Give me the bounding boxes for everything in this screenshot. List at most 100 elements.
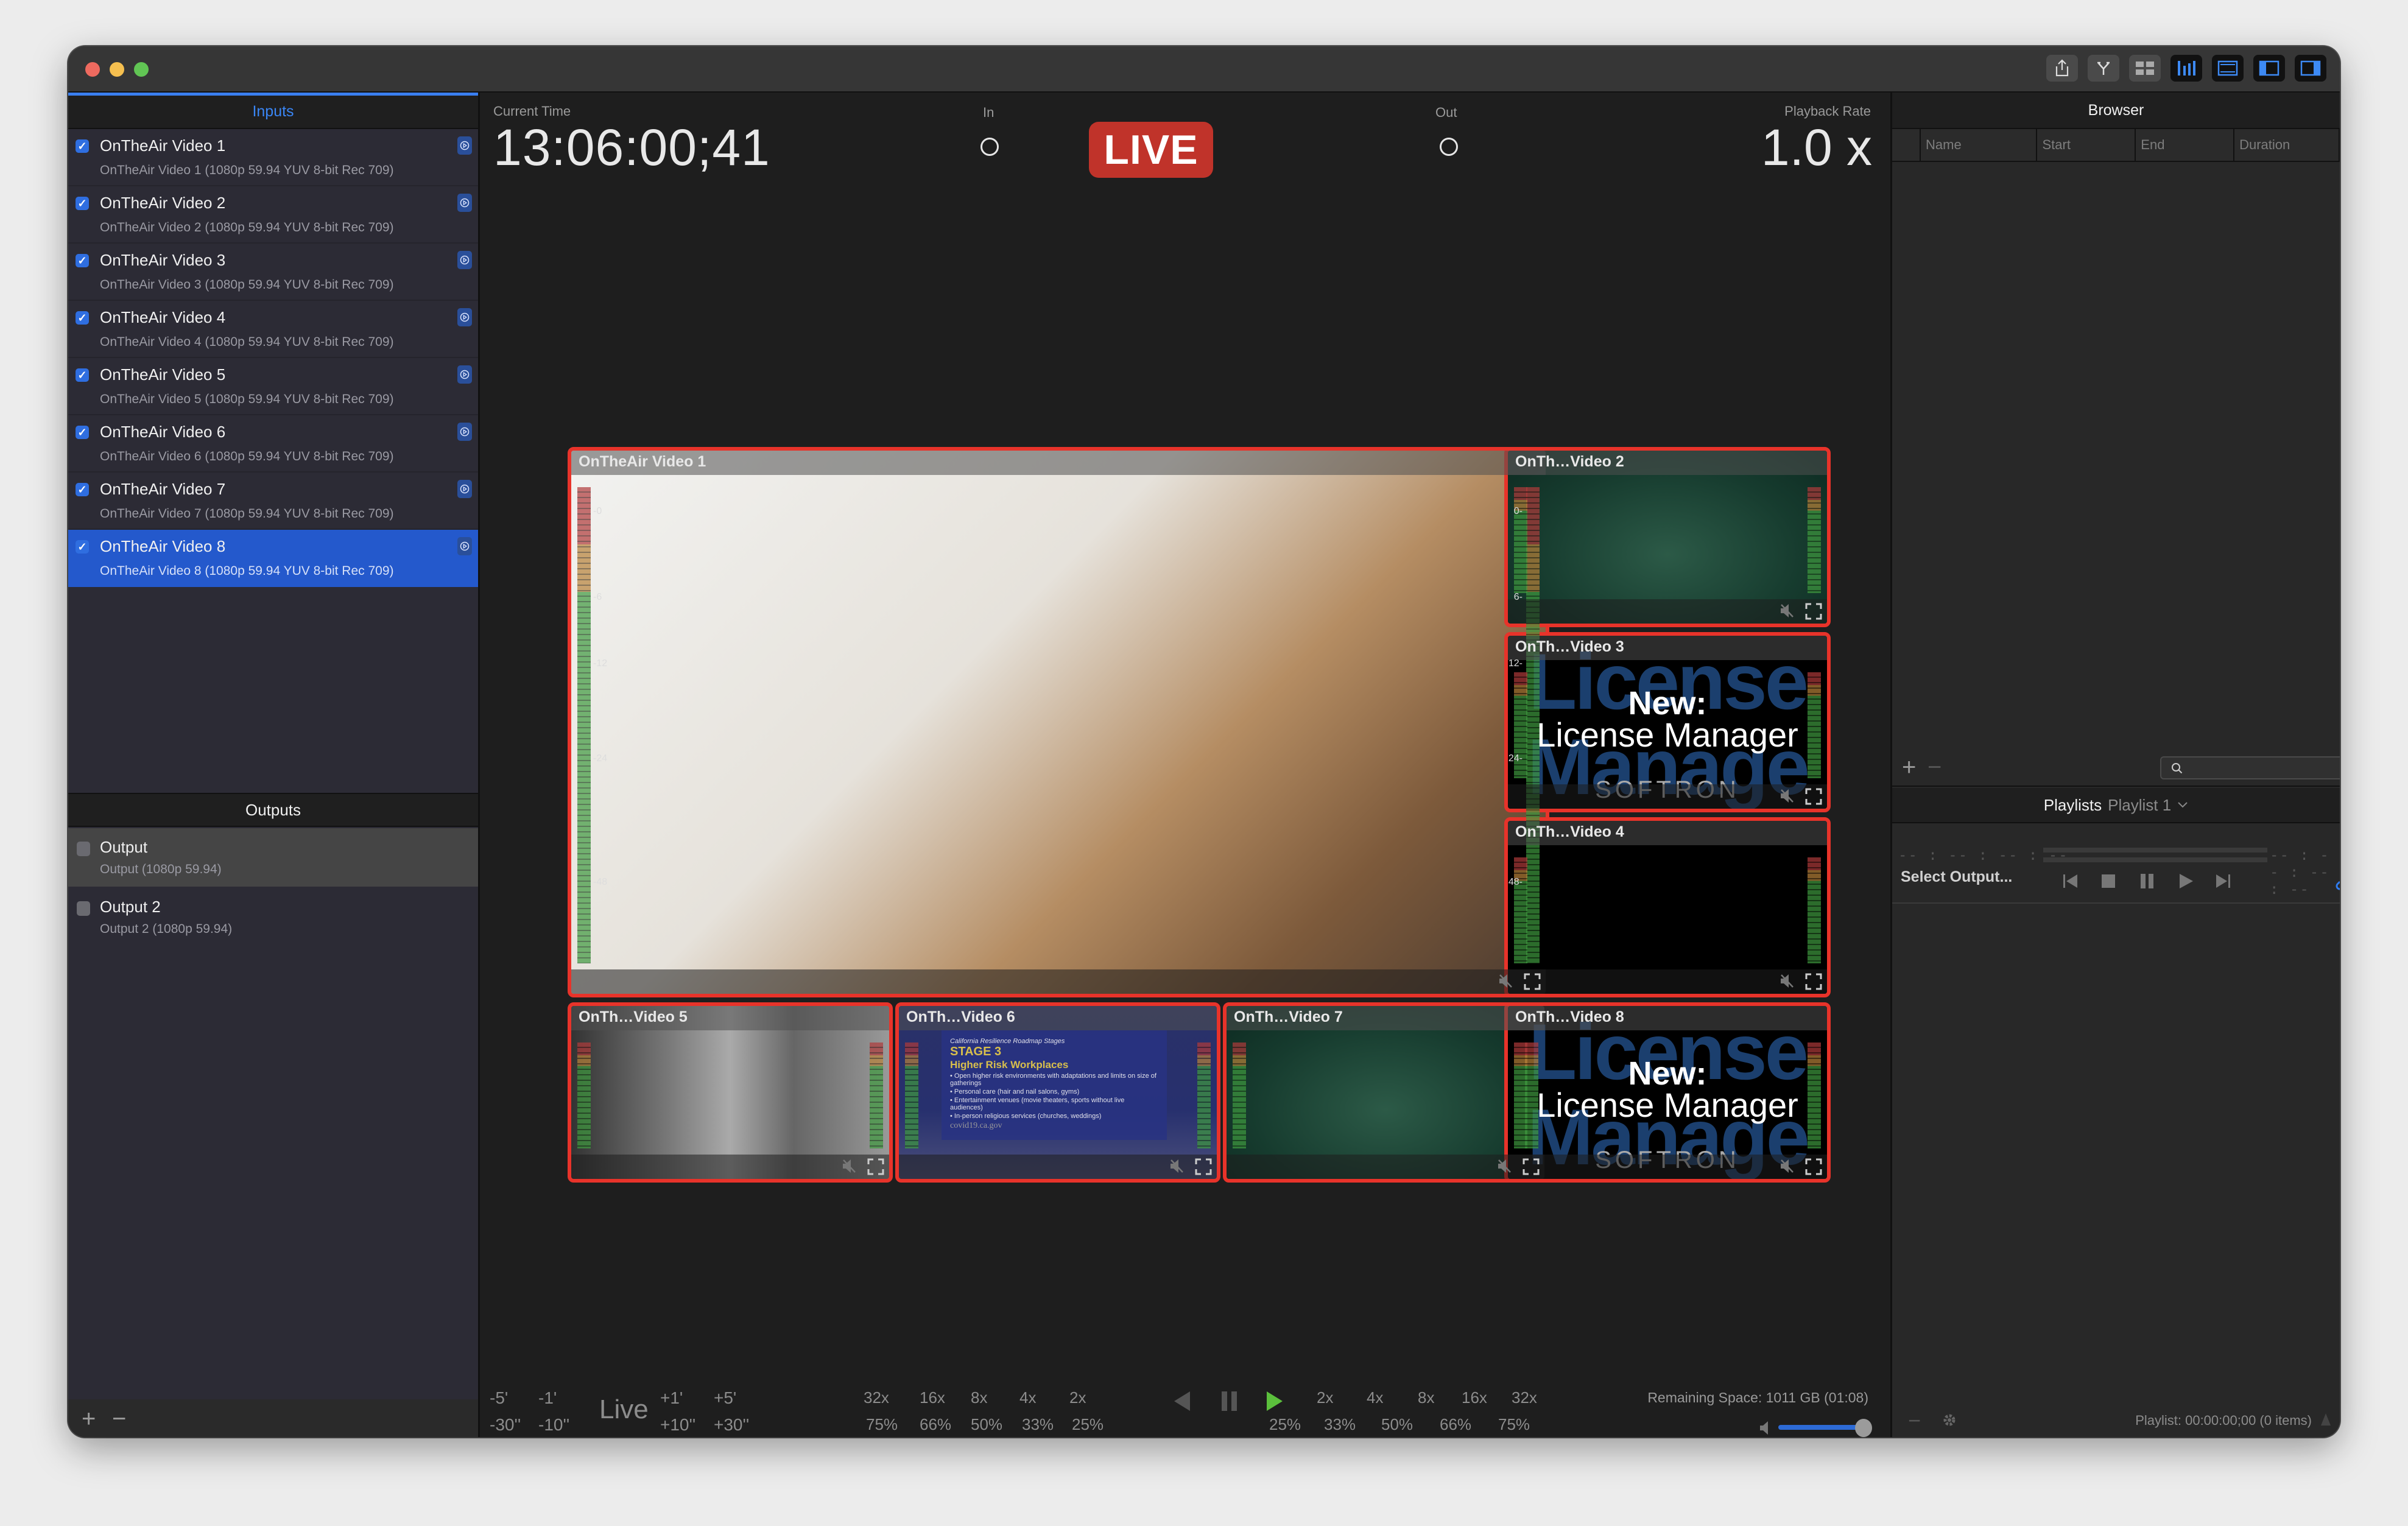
- play-icon[interactable]: [1266, 1391, 1284, 1412]
- preview-button[interactable]: [457, 537, 472, 555]
- input-checkbox[interactable]: ✓: [76, 426, 89, 439]
- add-source-button[interactable]: +: [82, 1407, 96, 1431]
- jump-fwd-5min[interactable]: +5': [714, 1388, 736, 1408]
- slow-reverse-option[interactable]: 25%: [1072, 1415, 1104, 1434]
- forward-speed-option[interactable]: 4x: [1367, 1388, 1383, 1407]
- video-tile[interactable]: OnTh…Video 8 License Manage New: License Man…: [1504, 1002, 1831, 1183]
- column-duration[interactable]: Duration: [2234, 129, 2340, 161]
- browser-search-field[interactable]: [2160, 756, 2340, 779]
- volume-slider-knob[interactable]: [1855, 1419, 1872, 1437]
- column-end[interactable]: End: [2136, 129, 2235, 161]
- slow-forward-option[interactable]: 66%: [1440, 1415, 1471, 1434]
- rewind-speed-option[interactable]: 16x: [920, 1388, 945, 1407]
- slow-forward-option[interactable]: 75%: [1498, 1415, 1530, 1434]
- fullscreen-icon[interactable]: [1805, 973, 1822, 990]
- rewind-speed-option[interactable]: 4x: [1019, 1388, 1036, 1407]
- share-button[interactable]: [2046, 55, 2078, 82]
- preview-button[interactable]: [457, 251, 472, 269]
- column-name[interactable]: Name: [1921, 129, 2038, 161]
- video-tile[interactable]: OnTheAir Video 1 -0 -6 -12 -24 -48 0- 6- 12- 24- 4…: [568, 447, 1549, 997]
- preview-button[interactable]: [457, 365, 472, 384]
- input-checkbox[interactable]: ✓: [76, 254, 89, 267]
- volume-slider[interactable]: [1778, 1425, 1864, 1430]
- slow-forward-option[interactable]: 25%: [1269, 1415, 1301, 1434]
- input-row[interactable]: ✓ OnTheAir Video 3 OnTheAir Video 3 (1080p…: [68, 244, 478, 301]
- input-checkbox[interactable]: ✓: [76, 368, 89, 382]
- mute-icon[interactable]: [1780, 603, 1794, 619]
- minimize-window-button[interactable]: [110, 62, 124, 77]
- remove-clip-button[interactable]: −: [1927, 754, 1942, 781]
- stop-icon[interactable]: [2102, 874, 2115, 888]
- preview-button[interactable]: [457, 423, 472, 441]
- grid-view-button[interactable]: [2129, 55, 2161, 82]
- input-row[interactable]: ✓ OnTheAir Video 7 OnTheAir Video 7 (1080p…: [68, 473, 478, 530]
- fork-button[interactable]: [2088, 55, 2119, 82]
- slow-reverse-option[interactable]: 33%: [1022, 1415, 1054, 1434]
- jump-back-10s[interactable]: -10'': [538, 1415, 569, 1435]
- fullscreen-icon[interactable]: [1805, 788, 1822, 805]
- input-checkbox[interactable]: ✓: [76, 197, 89, 210]
- skip-back-icon[interactable]: [2063, 873, 2079, 889]
- input-checkbox[interactable]: ✓: [76, 139, 89, 153]
- input-row[interactable]: ✓ OnTheAir Video 5 OnTheAir Video 5 (1080p…: [68, 358, 478, 415]
- mute-icon[interactable]: [1497, 1158, 1512, 1174]
- input-checkbox[interactable]: ✓: [76, 483, 89, 496]
- in-point-button[interactable]: [980, 138, 999, 156]
- play-icon[interactable]: [2178, 873, 2194, 889]
- forward-speed-option[interactable]: 2x: [1317, 1388, 1333, 1407]
- jump-back-5min[interactable]: -5': [490, 1388, 508, 1408]
- input-row[interactable]: ✓ OnTheAir Video 4 OnTheAir Video 4 (1080p…: [68, 301, 478, 358]
- output-row[interactable]: Output Output (1080p 59.94): [68, 828, 478, 887]
- left-sidebar-button[interactable]: [2253, 55, 2285, 82]
- right-sidebar-button[interactable]: [2295, 55, 2326, 82]
- rewind-speed-option[interactable]: 2x: [1069, 1388, 1086, 1407]
- zoom-window-button[interactable]: [134, 62, 149, 77]
- skip-forward-icon[interactable]: [2215, 873, 2231, 889]
- chevron-down-icon[interactable]: [2177, 801, 2188, 809]
- remove-playlist-item-button[interactable]: −: [1908, 1408, 1921, 1433]
- select-output-button[interactable]: Select Output...: [1901, 868, 2012, 886]
- input-row[interactable]: ✓ OnTheAir Video 2 OnTheAir Video 2 (1080p…: [68, 186, 478, 244]
- jump-fwd-30s[interactable]: +30'': [714, 1415, 749, 1435]
- video-tile[interactable]: OnTh…Video 7: [1223, 1002, 1548, 1183]
- mute-icon[interactable]: [1780, 973, 1794, 989]
- preview-button[interactable]: [457, 480, 472, 498]
- forward-speed-option[interactable]: 8x: [1418, 1388, 1434, 1407]
- pause-icon[interactable]: [1220, 1391, 1239, 1412]
- link-icon[interactable]: [2334, 872, 2340, 893]
- jump-back-1min[interactable]: -1': [538, 1388, 557, 1408]
- rewind-speed-option[interactable]: 8x: [971, 1388, 987, 1407]
- forward-speed-option[interactable]: 32x: [1512, 1388, 1537, 1407]
- column-start[interactable]: Start: [2037, 129, 2136, 161]
- input-row[interactable]: ✓ OnTheAir Video 6 OnTheAir Video 6 (1080p…: [68, 415, 478, 473]
- slow-reverse-option[interactable]: 75%: [866, 1415, 898, 1434]
- mute-icon[interactable]: [1780, 788, 1794, 804]
- video-tile[interactable]: OnTh…Video 4: [1504, 817, 1831, 997]
- fullscreen-icon[interactable]: [1524, 973, 1541, 990]
- mute-icon[interactable]: [842, 1158, 856, 1174]
- rewind-speed-option[interactable]: 32x: [864, 1388, 889, 1407]
- mute-icon[interactable]: [1780, 1158, 1794, 1174]
- go-live-button[interactable]: Live: [599, 1394, 649, 1425]
- forward-speed-option[interactable]: 16x: [1462, 1388, 1487, 1407]
- jump-fwd-1min[interactable]: +1': [660, 1388, 683, 1408]
- input-checkbox[interactable]: ✓: [76, 311, 89, 325]
- preview-button[interactable]: [457, 194, 472, 212]
- preview-button[interactable]: [457, 136, 472, 155]
- add-clip-button[interactable]: +: [1902, 754, 1916, 781]
- slow-reverse-option[interactable]: 50%: [971, 1415, 1002, 1434]
- video-tile[interactable]: OnTh…Video 6 California Resilience Roadm…: [895, 1002, 1220, 1183]
- out-point-button[interactable]: [1440, 138, 1458, 156]
- fullscreen-icon[interactable]: [1195, 1158, 1212, 1175]
- remove-source-button[interactable]: −: [112, 1407, 126, 1431]
- output-checkbox[interactable]: [77, 901, 90, 916]
- video-tile[interactable]: OnTh…Video 5: [568, 1002, 893, 1183]
- fullscreen-icon[interactable]: [867, 1158, 884, 1175]
- jump-back-30s[interactable]: -30'': [490, 1415, 521, 1435]
- mute-icon[interactable]: [1169, 1158, 1184, 1174]
- jump-fwd-10s[interactable]: +10'': [660, 1415, 695, 1435]
- fullscreen-icon[interactable]: [1805, 603, 1822, 620]
- input-row[interactable]: ✓ OnTheAir Video 1 OnTheAir Video 1 (1080p…: [68, 129, 478, 186]
- input-checkbox[interactable]: ✓: [76, 540, 89, 554]
- video-tile[interactable]: OnTh…Video 3 License Manage New: License Man…: [1504, 632, 1831, 812]
